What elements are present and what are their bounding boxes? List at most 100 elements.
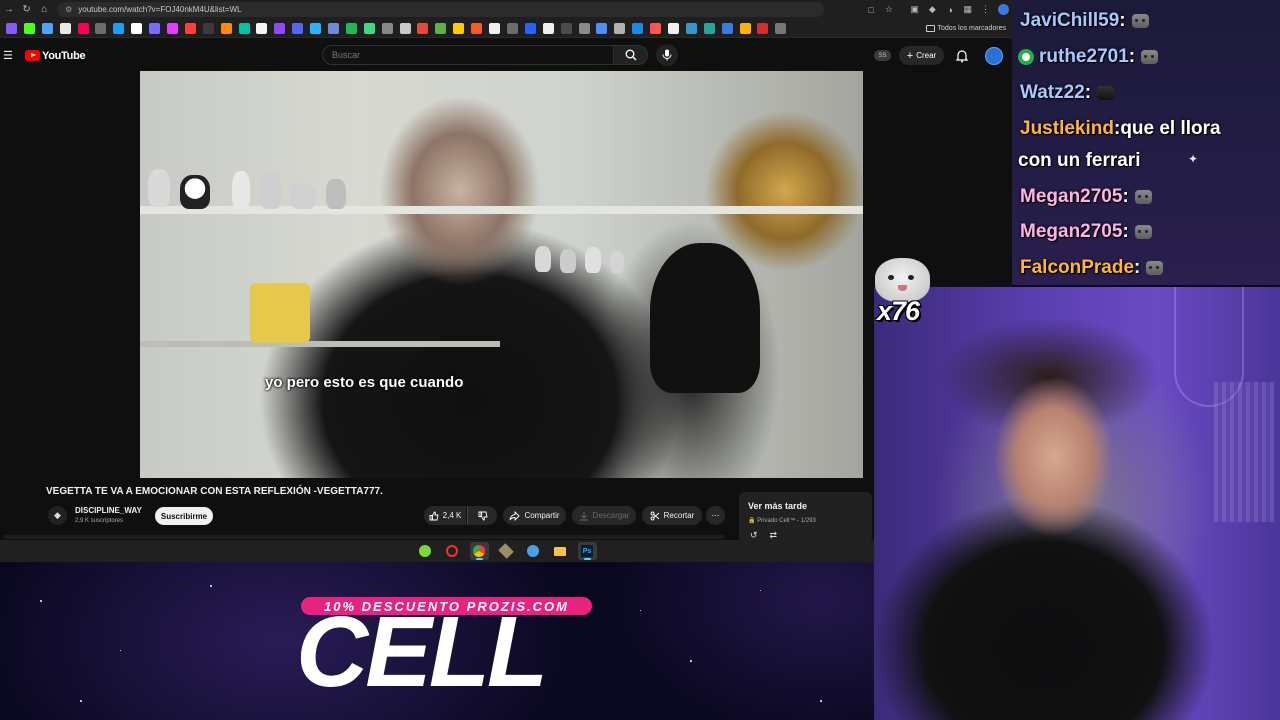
chat-username: Justlekind [1020,118,1114,139]
video-player[interactable]: yo pero esto es que cuando [140,71,863,478]
bookmark-icon[interactable] [453,22,465,34]
bookmark-icon[interactable] [471,22,483,34]
download-icon [579,511,588,520]
horizontal-scrollbar[interactable] [4,535,724,539]
bookmark-x-icon[interactable] [59,22,71,34]
install-icon[interactable]: □ [862,0,880,19]
bookmark-tiktok-icon[interactable] [77,22,89,34]
bookmark-icon[interactable] [238,22,250,34]
download-label: Descargar [592,511,630,520]
bookmark-icon[interactable] [435,22,447,34]
voice-search-button[interactable] [656,44,678,66]
bookmark-icon[interactable] [596,22,608,34]
browser-window: → ↻ ⌂ ⚙ youtube.com/watch?v=FOJ40nkM4U&l… [0,0,1012,562]
bookmark-icon[interactable] [632,22,644,34]
bookmark-star-icon[interactable]: ☆ [880,0,898,19]
download-button[interactable]: Descargar [572,506,636,525]
dislike-button[interactable] [467,506,497,525]
bookmark-spotify-icon[interactable] [345,22,357,34]
taskbar-photoshop-icon[interactable]: Ps [577,542,597,560]
bookmark-icon[interactable] [739,22,751,34]
create-button[interactable]: + Crear [899,46,944,65]
forward-icon[interactable]: → [0,0,18,19]
bookmark-icon[interactable] [202,22,214,34]
channel-name[interactable]: DISCIPLINE_WAY [75,506,142,515]
chat-username: ruthe2701 [1039,46,1129,67]
taskbar-chrome-icon[interactable] [469,542,489,560]
bookmark-icon[interactable] [328,22,340,34]
reload-icon[interactable]: ↻ [18,0,36,19]
taskbar-app-icon[interactable] [497,542,516,560]
url-field[interactable]: ⚙ youtube.com/watch?v=FOJ40nkM4U&list=WL [57,2,825,17]
all-bookmarks-button[interactable]: Todos los marcadores [925,24,1006,32]
like-button[interactable]: 2,4 K [424,506,466,525]
bookmark-icon[interactable] [363,22,375,34]
webcam-radiator [1214,382,1274,522]
channel-avatar[interactable]: ◆ [48,506,67,525]
bookmark-icon[interactable] [560,22,572,34]
menu-icon[interactable]: ⋮ [977,0,995,19]
bookmark-icon[interactable] [6,22,17,34]
bookmark-icon[interactable] [184,22,196,34]
profile-avatar-icon[interactable] [994,0,1012,19]
search-input[interactable]: Buscar [322,45,614,65]
bookmark-icon[interactable] [703,22,715,34]
search-button[interactable] [614,45,648,65]
bookmark-icon[interactable] [399,22,411,34]
bookmark-icon[interactable] [578,22,590,34]
subscribe-button[interactable]: Suscribirme [155,507,213,525]
taskbar-folder-icon[interactable] [551,542,570,560]
bookmark-icon[interactable] [506,22,518,34]
puzzle-icon[interactable]: ▦ [959,0,977,19]
ss-badge[interactable]: SS [874,50,891,61]
extension-icon[interactable]: ◆ [923,0,941,19]
youtube-logo-text: YouTube [42,49,86,62]
site-info-icon[interactable]: ⚙ [65,5,72,14]
extension-icon[interactable]: ◑ [941,0,959,19]
youtube-logo[interactable]: YouTube [25,49,86,62]
taskbar-app-icon[interactable] [416,542,435,560]
bookmark-icon[interactable] [149,22,161,34]
extension-icon[interactable]: ▣ [906,0,924,19]
account-avatar[interactable] [985,47,1003,65]
promo-brand: CELL [296,596,548,708]
bookmark-icon[interactable] [381,22,393,34]
bookmark-icon[interactable] [614,22,626,34]
bookmark-icon[interactable] [685,22,697,34]
bookmark-icon[interactable] [167,22,179,34]
bookmark-icon[interactable] [650,22,662,34]
bookmark-icon[interactable] [489,22,501,34]
bookmark-icon[interactable] [721,22,733,34]
menu-icon[interactable]: ☰ [3,49,15,62]
bookmark-kick-icon[interactable] [23,22,35,34]
taskbar-app-icon[interactable] [443,542,462,560]
bookmark-icon[interactable] [775,22,787,34]
bookmark-icon[interactable] [310,22,322,34]
star [40,600,42,602]
bookmark-icon[interactable] [256,22,268,34]
chat-text: con un ferrari [1018,150,1141,171]
bookmark-icon[interactable] [757,22,769,34]
video-toy [535,246,551,272]
bookmark-icon[interactable] [292,22,304,34]
more-actions-button[interactable]: ⋯ [706,506,725,525]
bookmark-twitch-icon[interactable] [274,22,286,34]
share-button[interactable]: Compartir [503,506,566,525]
taskbar-app-icon[interactable] [524,542,543,560]
url-text: youtube.com/watch?v=FOJ40nkM4U&list=WL [78,5,242,14]
bookmark-icon[interactable] [131,22,143,34]
bookmark-icon[interactable] [113,22,125,34]
home-icon[interactable]: ⌂ [35,0,53,19]
bookmark-icon[interactable] [95,22,107,34]
bookmark-icon[interactable] [524,22,536,34]
bookmark-icon[interactable] [41,22,53,34]
bookmark-icon[interactable] [220,22,232,34]
bookmark-icon[interactable] [417,22,429,34]
notifications-bell-icon[interactable] [955,49,969,63]
video-toy [326,179,346,209]
clip-button[interactable]: Recortar [642,506,702,525]
bookmark-icon[interactable] [542,22,554,34]
bookmark-icon[interactable] [667,22,679,34]
playlist-panel[interactable]: Ver más tarde 🔒 Privado Cell™ - 1/293 ↺ … [739,492,872,542]
share-label: Compartir [524,511,560,520]
